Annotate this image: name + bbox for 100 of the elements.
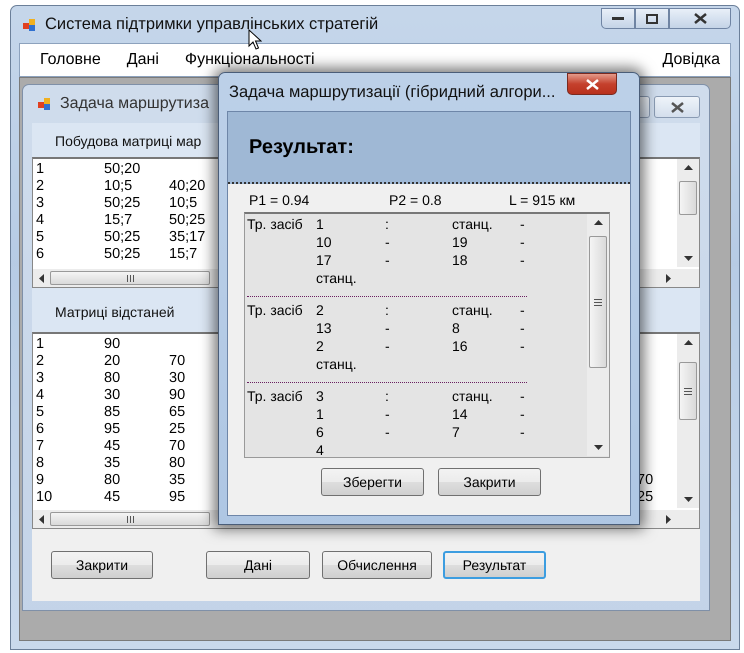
table-cell-text: 10: [36, 489, 54, 506]
result-text: -: [385, 233, 391, 251]
scroll-down-arrow-icon[interactable]: [684, 497, 692, 502]
result-text: станц.: [452, 215, 494, 233]
scroll-thumb[interactable]: [679, 362, 697, 420]
minimize-button[interactable]: [601, 8, 635, 29]
menu-item[interactable]: Функціональності: [184, 51, 315, 69]
result-text: станц.: [452, 387, 494, 405]
maximize-button[interactable]: [635, 8, 669, 29]
scroll-down-arrow-icon[interactable]: [594, 445, 602, 450]
close-button[interactable]: [654, 96, 700, 118]
result-text: Тр. засіб: [247, 301, 304, 319]
dialog-button[interactable]: Закрити: [438, 468, 541, 496]
result-text: :: [385, 301, 390, 319]
scroll-right-arrow-icon[interactable]: [666, 514, 671, 524]
table-cell-text: 3: [36, 370, 46, 387]
table-cell-text: 10;5: [169, 195, 198, 212]
result-text: 18: [452, 251, 469, 269]
window-button[interactable]: Закрити: [51, 551, 153, 579]
table-cell-text: 10;5: [104, 178, 134, 195]
result-text: 1: [316, 215, 325, 233]
result-text: -: [520, 405, 526, 423]
result-text: -: [520, 387, 526, 405]
result-text: -: [520, 423, 526, 441]
result-text: 8: [452, 319, 461, 337]
table-cell-text: 35: [104, 455, 122, 472]
table-cell-text: 3: [36, 195, 46, 212]
scroll-thumb[interactable]: [589, 236, 607, 368]
table-cell-text: 95: [169, 489, 186, 506]
result-text: станц.: [452, 301, 494, 319]
scroll-thumb[interactable]: [50, 512, 210, 526]
table-cell-text: 85: [104, 404, 122, 421]
app-icon: [38, 97, 52, 111]
result-text: Тр. засіб: [247, 387, 304, 405]
vertical-scrollbar[interactable]: [587, 214, 609, 456]
table-cell-text: 5: [36, 229, 46, 246]
close-icon: [670, 102, 684, 112]
table-cell-text: 50;20: [104, 161, 142, 178]
table-cell-text: 80: [169, 455, 186, 472]
close-button[interactable]: [567, 73, 617, 95]
result-text: -: [385, 319, 391, 337]
window-button[interactable]: Дані: [206, 551, 310, 579]
table-cell-text: 7: [36, 438, 46, 455]
result-text: -: [520, 215, 526, 233]
result-text: 2: [316, 337, 325, 355]
scroll-right-arrow-icon[interactable]: [666, 274, 671, 282]
table-cell-text: 4: [36, 212, 46, 229]
table-cell-text: 8: [36, 455, 46, 472]
close-icon: [694, 13, 706, 24]
result-text: 1: [316, 405, 325, 423]
result-text: Тр. засіб: [247, 215, 304, 233]
scroll-up-arrow-icon[interactable]: [684, 165, 692, 170]
result-text: 4: [316, 441, 325, 457]
window-title: Задача маршрутиза: [60, 95, 209, 113]
table-cell-text: 1: [36, 161, 46, 178]
table-cell-text: 80: [104, 370, 122, 387]
table-cell-text: 2: [36, 353, 46, 370]
table-cell-text: 90: [169, 387, 186, 404]
stat-text: P2 = 0.8: [389, 192, 443, 208]
table-cell-text: 15;7: [169, 246, 198, 263]
result-text: -: [385, 405, 391, 423]
result-text: :: [385, 215, 390, 233]
result-text: -: [520, 301, 526, 319]
scroll-left-arrow-icon[interactable]: [39, 514, 44, 524]
result-text: 2: [316, 301, 325, 319]
table-cell-text: 50;25: [104, 229, 142, 246]
result-text: -: [520, 233, 526, 251]
scroll-thumb[interactable]: [679, 181, 697, 215]
scroll-thumb[interactable]: [50, 271, 210, 285]
table-cell-text: 80: [104, 472, 122, 489]
table-cell-text: 6: [36, 246, 46, 263]
result-text: -: [520, 319, 526, 337]
scroll-up-arrow-icon[interactable]: [594, 220, 602, 225]
result-text: 19: [452, 233, 469, 251]
window-title: Система підтримки управлінських стратегій: [45, 15, 378, 34]
vertical-scrollbar[interactable]: [677, 334, 699, 508]
table-cell-text: 95: [104, 421, 122, 438]
window-button[interactable]: Результат: [443, 551, 546, 579]
dialog-button[interactable]: Зберегти: [321, 468, 424, 496]
result-text: :: [385, 387, 390, 405]
table-cell-text: 50;25: [104, 246, 142, 263]
scroll-up-arrow-icon[interactable]: [684, 340, 692, 345]
scroll-down-arrow-icon[interactable]: [684, 256, 692, 261]
menu-item[interactable]: Головне: [40, 51, 101, 69]
close-button[interactable]: [669, 8, 731, 29]
table-cell-text: 30: [169, 370, 186, 387]
stat-text: L = 915 км: [509, 192, 576, 208]
table-cell-text: 1: [36, 336, 46, 353]
vertical-scrollbar[interactable]: [677, 159, 699, 267]
app-icon: [23, 18, 37, 32]
scroll-left-arrow-icon[interactable]: [39, 274, 44, 282]
table-cell-text: 9: [36, 472, 46, 489]
result-text: станц.: [316, 355, 358, 373]
result-heading: Результат:: [249, 136, 354, 158]
window-button[interactable]: Обчислення: [322, 551, 432, 579]
table-cell-text: 2: [36, 178, 46, 195]
stat-text: P1 = 0.94: [249, 192, 310, 208]
menu-item[interactable]: Дані: [126, 51, 159, 69]
menu-item[interactable]: Довідка: [662, 51, 720, 69]
minimize-icon: [612, 16, 624, 20]
